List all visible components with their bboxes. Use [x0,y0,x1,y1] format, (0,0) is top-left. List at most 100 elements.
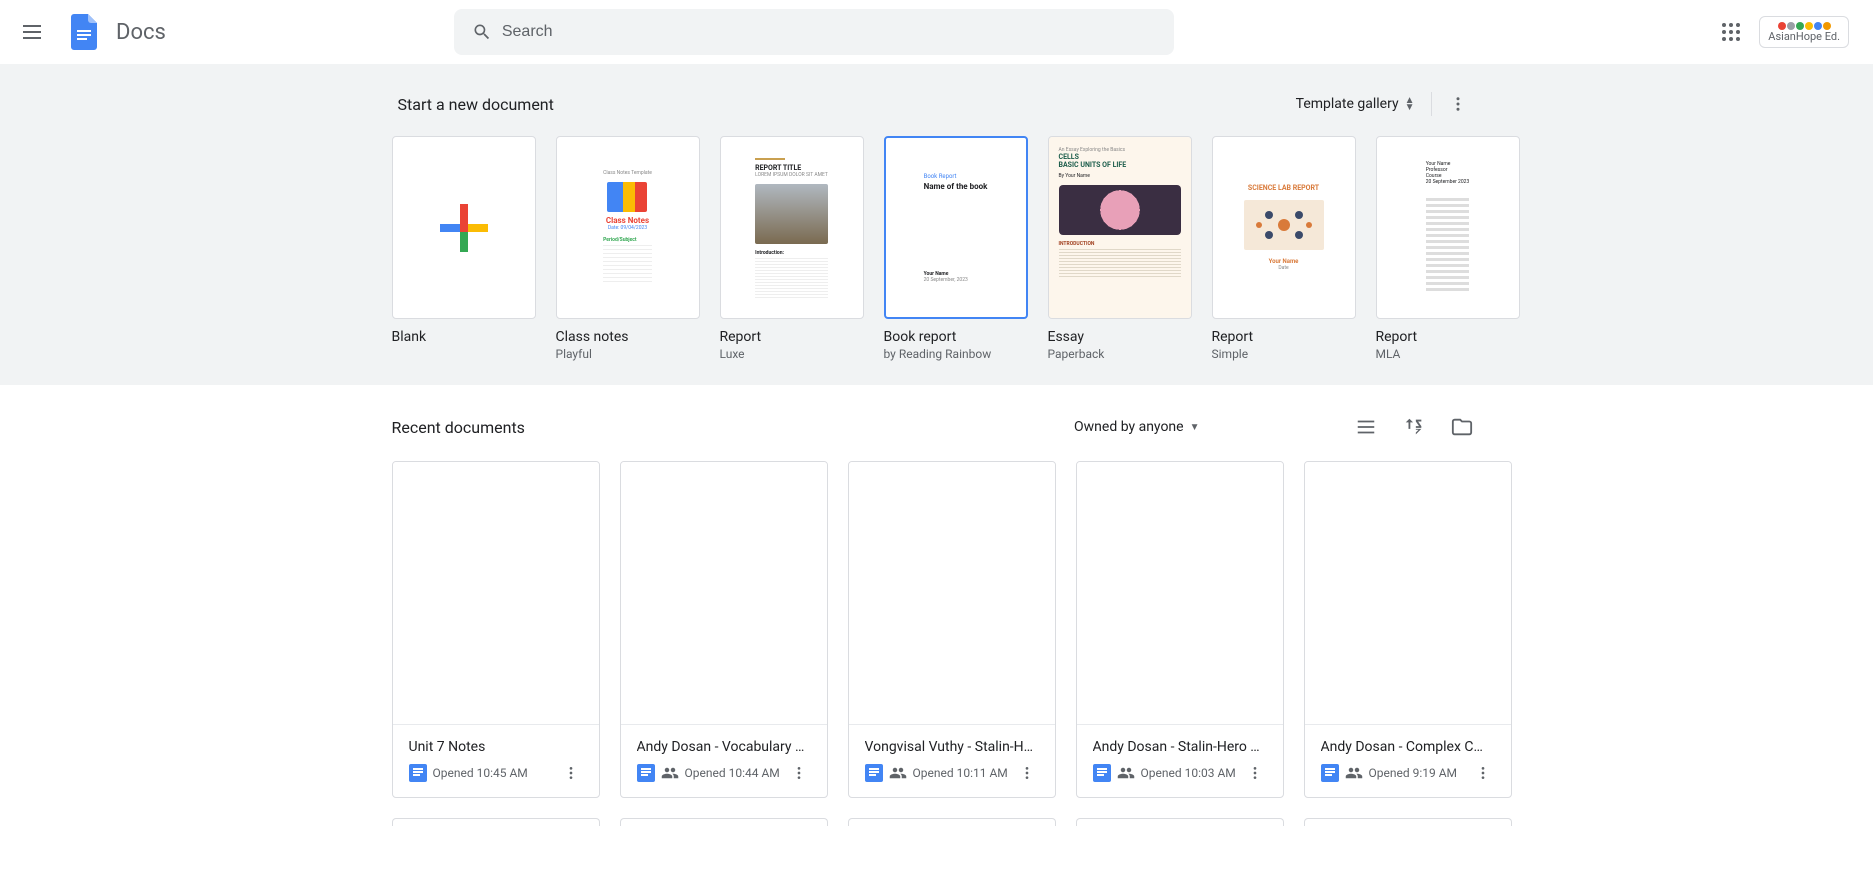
header-right: AsianHope Ed. [1711,12,1865,52]
app-name: Docs [116,20,166,45]
doc-meta: Opened 10:45 AM [409,761,583,785]
recent-section: Recent documents Owned by anyone ▼ Unit … [392,385,1482,842]
template-blank[interactable]: Blank [392,136,536,361]
doc-more-button[interactable] [1471,761,1495,785]
doc-info: Andy Dosan - Stalin-Hero … Opened 10:03 A… [1077,725,1283,797]
template-name: Report [1376,329,1520,345]
template-sub: MLA [1376,347,1520,361]
doc-title: Andy Dosan - Vocabulary … [637,739,811,755]
doc-more-button[interactable] [1015,761,1039,785]
owned-by-filter[interactable]: Owned by anyone ▼ [1064,413,1209,441]
shared-icon [889,764,907,782]
list-view-button[interactable] [1346,407,1386,447]
template-report-luxe[interactable]: REPORT TITLELOREM IPSUM DOLOR SIT AMETIn… [720,136,864,361]
recent-grid-row-2 [392,818,1482,826]
main-menu-button[interactable] [8,8,56,56]
doc-preview [1305,462,1511,725]
doc-card[interactable]: Vongvisal Vuthy - Stalin-H… Opened 10:11 … [848,461,1056,798]
doc-more-button[interactable] [787,761,811,785]
template-book-report[interactable]: Book ReportName of the bookYour Name20 S… [884,136,1028,361]
recent-grid: Unit 7 NotesOpened 10:45 AM Andy Dosan - … [392,461,1482,798]
templates-section: Start a new document Template gallery ▲▼ [0,64,1873,385]
profile-label: AsianHope Ed. [1768,30,1840,43]
doc-card[interactable]: Unit 7 NotesOpened 10:45 AM [392,461,600,798]
more-vert-icon [563,765,579,781]
recent-header: Recent documents Owned by anyone ▼ [392,401,1482,453]
doc-time: Opened 10:03 AM [1141,766,1237,780]
templates-more-button[interactable] [1440,86,1476,122]
recent-title: Recent documents [392,418,525,437]
doc-preview [621,462,827,725]
template-name: Class notes [556,329,700,345]
more-vert-icon [791,765,807,781]
docs-file-icon [1093,764,1111,782]
template-name: Essay [1048,329,1192,345]
header: Docs AsianHope Ed. [0,0,1873,64]
template-report-simple[interactable]: SCIENCE LAB REPORTYour NameDate Report S… [1212,136,1356,361]
template-essay[interactable]: An Essay Exploring the BasicsCELLSBASIC … [1048,136,1192,361]
doc-preview [393,462,599,725]
unfold-icon: ▲▼ [1405,97,1415,111]
owned-by-label: Owned by anyone [1074,419,1184,435]
template-name: Blank [392,329,536,345]
docs-file-icon [409,764,427,782]
docs-logo[interactable] [64,12,104,52]
dropdown-arrow-icon: ▼ [1190,422,1200,433]
recent-controls: Owned by anyone ▼ [1064,407,1481,447]
doc-preview [1077,462,1283,725]
template-name: Report [1212,329,1356,345]
template-gallery-label: Template gallery [1296,96,1399,112]
doc-info: Andy Dosan - Complex C… Opened 9:19 AM [1305,725,1511,797]
doc-time: Opened 9:19 AM [1369,766,1465,780]
doc-card-partial[interactable] [1076,818,1284,826]
templates-actions: Template gallery ▲▼ [1288,86,1476,122]
templates-title: Start a new document [398,95,554,114]
apps-grid-icon [1722,23,1740,41]
profile-logo-icon [1778,22,1831,30]
doc-info: Unit 7 NotesOpened 10:45 AM [393,725,599,797]
doc-meta: Opened 10:03 AM [1093,761,1267,785]
docs-file-icon [637,764,655,782]
doc-card[interactable]: Andy Dosan - Stalin-Hero … Opened 10:03 A… [1076,461,1284,798]
doc-time: Opened 10:45 AM [433,766,553,780]
docs-file-icon [1321,764,1339,782]
template-gallery-button[interactable]: Template gallery ▲▼ [1288,90,1423,118]
search-input[interactable] [502,23,1166,41]
doc-card-partial[interactable] [848,818,1056,826]
search-box[interactable] [454,9,1174,55]
template-class-notes[interactable]: Class Notes TemplateClass NotesDate: 09/… [556,136,700,361]
doc-more-button[interactable] [1243,761,1267,785]
shared-icon [1345,764,1363,782]
docs-file-icon [865,764,883,782]
doc-card-partial[interactable] [620,818,828,826]
doc-title: Andy Dosan - Complex C… [1321,739,1495,755]
more-vert-icon [1247,765,1263,781]
template-sub: by Reading Rainbow [884,347,1028,361]
list-view-icon [1355,416,1377,438]
folder-icon [1451,416,1473,438]
template-sub: Simple [1212,347,1356,361]
doc-card-partial[interactable] [392,818,600,826]
template-sub: Playful [556,347,700,361]
more-vert-icon [1019,765,1035,781]
template-name: Report [720,329,864,345]
doc-time: Opened 10:11 AM [913,766,1009,780]
shared-icon [661,764,679,782]
sort-az-icon [1403,416,1425,438]
doc-title: Vongvisal Vuthy - Stalin-H… [865,739,1039,755]
doc-card[interactable]: Andy Dosan - Complex C… Opened 9:19 AM [1304,461,1512,798]
doc-more-button[interactable] [559,761,583,785]
google-apps-button[interactable] [1711,12,1751,52]
account-button[interactable]: AsianHope Ed. [1759,16,1849,48]
more-vert-icon [1475,765,1491,781]
template-report-mla[interactable]: Your NameProfessorCourse20 September 202… [1376,136,1520,361]
open-file-picker-button[interactable] [1442,407,1482,447]
doc-card-partial[interactable] [1304,818,1512,826]
shared-icon [1117,764,1135,782]
template-sub: Luxe [720,347,864,361]
doc-info: Andy Dosan - Vocabulary …Opened 10:44 AM [621,725,827,797]
doc-card[interactable]: Andy Dosan - Vocabulary …Opened 10:44 AM [620,461,828,798]
sort-button[interactable] [1394,407,1434,447]
doc-title: Andy Dosan - Stalin-Hero … [1093,739,1267,755]
templates-row: Blank Class Notes TemplateClass NotesDat… [392,136,1482,361]
